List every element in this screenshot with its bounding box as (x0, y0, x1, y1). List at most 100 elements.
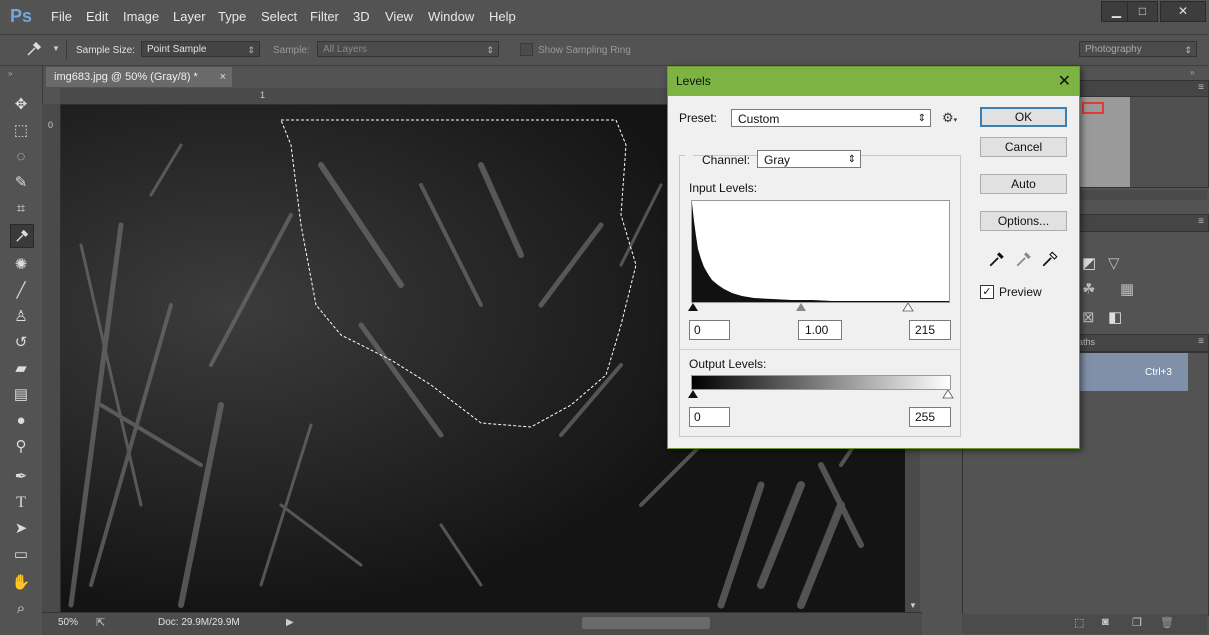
triangle-adjustment-icon[interactable]: ▽ (1108, 254, 1120, 272)
preset-select[interactable]: Custom ⇕ (731, 109, 931, 127)
close-tab-icon[interactable]: × (220, 67, 226, 87)
new-channel-icon[interactable]: ❐ (1132, 616, 1142, 629)
input-white-field[interactable]: 215 (909, 320, 951, 340)
output-black-point-handle[interactable] (688, 390, 698, 398)
expand-panels-icon[interactable]: » (1190, 68, 1194, 77)
rectangle-tool-icon[interactable]: ▭ (10, 544, 32, 566)
dodge-tool-icon[interactable]: ⚲ (10, 436, 32, 458)
gradient-tool-icon[interactable]: ▤ (10, 384, 32, 406)
zoom-tool-icon[interactable]: ⌕ (10, 598, 32, 620)
cancel-button[interactable]: Cancel (980, 137, 1067, 157)
output-slider-track[interactable] (688, 389, 954, 400)
ruler-mark: 0 (48, 120, 54, 130)
menu-window[interactable]: Window (428, 9, 474, 24)
preset-options-gear-icon[interactable]: ⚙▾ (942, 110, 957, 126)
gradient-map-adjustment-icon[interactable]: ◩ (1082, 254, 1096, 272)
black-point-eyedropper-icon[interactable] (988, 250, 1006, 271)
output-black-field[interactable]: 0 (689, 407, 730, 427)
input-gamma-handle[interactable] (796, 303, 806, 311)
healing-brush-tool-icon[interactable]: ✺ (10, 254, 32, 276)
navigator-zoom-slider[interactable] (1077, 190, 1207, 200)
preset-label: Preset: (679, 111, 718, 125)
channel-mixer-adjustment-icon[interactable]: ☘ (1082, 280, 1095, 298)
input-gamma-field[interactable]: 1.00 (798, 320, 842, 340)
threshold-adjustment-icon[interactable]: ◧ (1108, 308, 1122, 326)
preview-checkbox[interactable]: ✓ (980, 285, 994, 299)
input-slider-track[interactable] (688, 302, 948, 313)
channel-select[interactable]: Gray ⇕ (757, 150, 861, 168)
quick-selection-tool-icon[interactable]: ✎ (10, 172, 32, 194)
output-white-point-handle[interactable] (942, 389, 954, 399)
chevron-updown-icon: ⇕ (917, 113, 926, 124)
close-button[interactable]: ✕ (1160, 1, 1206, 22)
collapse-panel-icon[interactable]: » (8, 69, 12, 78)
navigator-view-box[interactable] (1082, 102, 1104, 114)
options-button[interactable]: Options... (980, 211, 1067, 231)
menu-type[interactable]: Type (218, 9, 246, 24)
panel-menu-icon[interactable]: ≡ (1198, 336, 1204, 347)
status-menu-arrow-icon[interactable]: ▶ (286, 617, 294, 628)
menu-help[interactable]: Help (489, 9, 516, 24)
menu-3d[interactable]: 3D (353, 9, 370, 24)
path-selection-tool-icon[interactable]: ➤ (10, 518, 32, 540)
panel-menu-icon[interactable]: ≡ (1198, 82, 1204, 93)
save-selection-icon[interactable]: ◙ (1102, 616, 1109, 628)
output-white-field[interactable]: 255 (909, 407, 951, 427)
hand-tool-icon[interactable]: ✋ (10, 572, 32, 594)
sampling-ring-checkbox[interactable] (520, 43, 533, 56)
sample-select[interactable]: All Layers ⇕ (317, 41, 499, 57)
levels-title-bar[interactable]: Levels ✕ (668, 67, 1079, 96)
sample-size-label: Sample Size: (76, 45, 135, 56)
color-lookup-adjustment-icon[interactable]: ▦ (1120, 280, 1134, 298)
panel-menu-icon[interactable]: ≡ (1198, 216, 1204, 227)
input-black-point-handle[interactable] (688, 303, 698, 311)
auto-button[interactable]: Auto (980, 174, 1067, 194)
lasso-tool-icon[interactable]: ◌ (10, 146, 32, 168)
load-selection-icon[interactable]: ⬚ (1074, 616, 1084, 629)
document-tab[interactable]: img683.jpg @ 50% (Gray/8) * × (46, 67, 232, 87)
horizontal-scroll-thumb[interactable] (582, 617, 710, 629)
white-point-eyedropper-icon[interactable] (1041, 250, 1059, 271)
eyedropper-tool-icon[interactable] (10, 224, 34, 248)
paths-tab-label[interactable]: aths (1078, 337, 1095, 347)
maximize-button[interactable]: □ (1127, 1, 1158, 22)
blur-tool-icon[interactable]: ● (10, 410, 32, 432)
input-levels-label: Input Levels: (689, 181, 758, 195)
pen-tool-icon[interactable]: ✒ (10, 466, 32, 488)
brush-tool-icon[interactable]: ╱ (10, 280, 32, 302)
sample-size-select[interactable]: Point Sample ⇕ (141, 41, 260, 57)
menu-select[interactable]: Select (261, 9, 297, 24)
menu-file[interactable]: File (51, 9, 72, 24)
eraser-tool-icon[interactable]: ▰ (10, 358, 32, 380)
move-tool-icon[interactable]: ✥ (10, 94, 32, 116)
channel-shortcut: Ctrl+3 (1145, 367, 1172, 378)
delete-channel-icon[interactable]: 🗑 (1160, 616, 1174, 629)
eyedropper-tool-preset-icon[interactable] (26, 41, 48, 59)
menu-layer[interactable]: Layer (173, 9, 206, 24)
type-tool-icon[interactable]: T (10, 492, 32, 514)
clone-stamp-tool-icon[interactable]: ♙ (10, 306, 32, 328)
close-dialog-icon[interactable]: ✕ (1058, 67, 1071, 96)
crop-tool-icon[interactable]: ⌗ (10, 198, 32, 220)
tools-panel: » ✥ ⬚ ◌ ✎ ⌗ ✺ ╱ ♙ ↺ ▰ ▤ ● ⚲ ✒ T ➤ ▭ ✋ ⌕ (0, 66, 43, 634)
vertical-ruler[interactable]: 0 (42, 104, 61, 612)
zoom-level[interactable]: 50% (58, 617, 78, 628)
menu-image[interactable]: Image (123, 9, 159, 24)
marquee-tool-icon[interactable]: ⬚ (10, 120, 32, 142)
adjustments-panel-header: ≡ (1077, 214, 1209, 232)
sampling-ring-label: Show Sampling Ring (538, 45, 631, 56)
ok-button[interactable]: OK (980, 107, 1067, 127)
input-white-point-handle[interactable] (902, 302, 914, 312)
preset-dropdown-icon[interactable]: ▼ (52, 44, 60, 53)
export-icon[interactable]: ⇱ (96, 616, 105, 629)
menu-edit[interactable]: Edit (86, 9, 108, 24)
menu-view[interactable]: View (385, 9, 413, 24)
input-black-field[interactable]: 0 (689, 320, 730, 340)
scroll-down-icon[interactable]: ▼ (909, 601, 917, 610)
workspace-select[interactable]: Photography ⇕ (1079, 41, 1197, 57)
navigator-preview[interactable] (1077, 96, 1209, 188)
menu-filter[interactable]: Filter (310, 9, 339, 24)
invert-adjustment-icon[interactable]: ⊠ (1082, 308, 1095, 326)
gray-point-eyedropper-icon[interactable] (1015, 250, 1033, 271)
history-brush-tool-icon[interactable]: ↺ (10, 332, 32, 354)
